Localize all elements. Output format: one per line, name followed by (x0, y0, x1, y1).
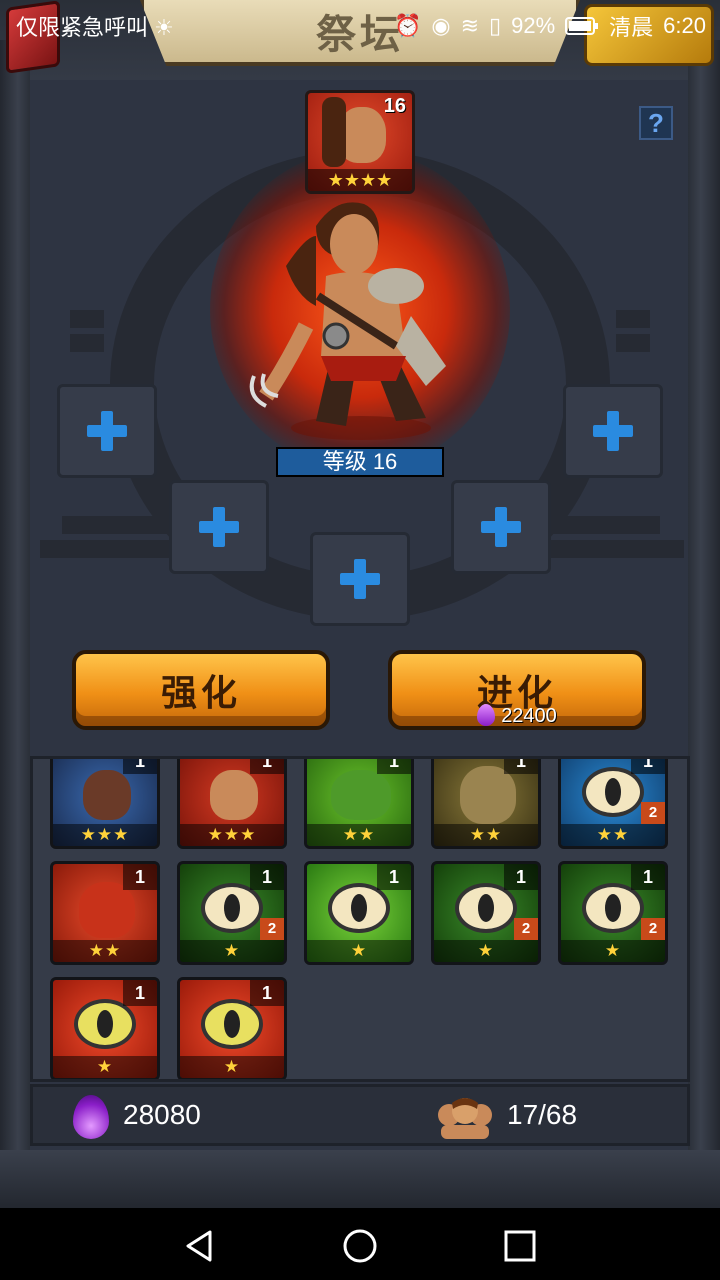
altar-stair (550, 516, 660, 534)
material-slot-4[interactable] (451, 480, 551, 574)
resource-footer: 28080 17/68 (30, 1084, 690, 1146)
unit-card[interactable]: 1 ★★★ (177, 759, 287, 849)
hero-hair (322, 97, 346, 167)
unit-level: 1 (123, 759, 157, 774)
unit-duplicate-badge: 2 (641, 918, 665, 940)
material-slot-3[interactable] (169, 480, 269, 574)
material-slot-2[interactable] (563, 384, 663, 478)
unit-duplicate-badge: 2 (514, 918, 538, 940)
units-icon (438, 1098, 492, 1139)
unit-stars: ★ (561, 940, 665, 962)
unit-portrait (79, 882, 135, 938)
unit-level: 1 (123, 864, 157, 890)
unit-stars: ★★ (561, 824, 665, 846)
hero-level-bar: 等级 16 (276, 447, 444, 477)
unit-card[interactable]: 1 ★ (50, 977, 160, 1079)
evolve-button[interactable]: 进化 22400 (388, 650, 646, 730)
hero-portrait-card[interactable]: 16 ★★★★ (305, 90, 415, 194)
unit-level: 1 (377, 864, 411, 890)
unit-portrait (455, 883, 517, 933)
unit-duplicate-badge: 2 (641, 802, 665, 824)
unit-portrait (74, 999, 136, 1049)
unit-stars: ★ (180, 1056, 284, 1078)
help-button[interactable]: ? (639, 106, 673, 140)
unit-portrait (201, 883, 263, 933)
back-icon[interactable] (180, 1226, 220, 1266)
stone-frame-right (688, 40, 720, 1208)
unit-portrait (331, 770, 391, 820)
hero-card-stars: ★★★★ (308, 169, 412, 191)
altar-screen: 祭坛 ? 16 ★★★★ 等级 16 强化 进化 22400 1 ★★★ 1 ★… (0, 0, 720, 1208)
unit-duplicate-badge: 2 (260, 918, 284, 940)
hero-card-level: 16 (383, 95, 406, 117)
stone-frame-left (0, 40, 30, 1208)
unit-card[interactable]: 1 ★ (177, 977, 287, 1079)
essence-icon (73, 1095, 109, 1139)
unit-level: 1 (631, 759, 665, 774)
unit-level: 1 (123, 980, 157, 1006)
flame-icon (477, 704, 496, 726)
altar-stair (70, 334, 104, 352)
unit-card[interactable]: 1 ★★ (431, 759, 541, 849)
unit-card[interactable]: 1 ★★ (304, 759, 414, 849)
plus-icon (591, 409, 635, 453)
unit-portrait (460, 766, 516, 824)
unit-card[interactable]: 1 ★ (304, 861, 414, 965)
hero-level-label: 等级 16 (322, 449, 398, 474)
unit-stars: ★★ (307, 824, 411, 846)
unit-level: 1 (504, 864, 538, 890)
unit-card[interactable]: 1 2 ★★ (558, 759, 668, 849)
evolve-cost-value: 22400 (501, 705, 557, 727)
unit-inventory[interactable]: 1 ★★★ 1 ★★★ 1 ★★ 1 ★★ 1 2 ★★ 1 ★★ 1 2 ★ … (30, 756, 690, 1082)
altar-stair (616, 334, 650, 352)
unit-level: 1 (631, 864, 665, 890)
unit-stars: ★★ (434, 824, 538, 846)
hero-figure (249, 202, 446, 440)
altar-stair (70, 310, 104, 328)
plus-icon (479, 505, 523, 549)
unit-stars: ★ (53, 1056, 157, 1078)
unit-portrait (328, 883, 390, 933)
unit-card[interactable]: 1 2 ★ (431, 861, 541, 965)
home-icon[interactable] (340, 1226, 380, 1266)
navigation-bar (0, 1208, 720, 1280)
unit-portrait (210, 770, 258, 820)
unit-stars: ★★★ (53, 824, 157, 846)
unit-stars: ★★★ (180, 824, 284, 846)
unit-stars: ★ (434, 940, 538, 962)
stone-frame-bottom (0, 1150, 720, 1208)
essence-count: 28080 (123, 1099, 201, 1130)
enhance-button-label: 强化 (160, 672, 241, 713)
unit-capacity: 17/68 (507, 1099, 578, 1130)
altar-stair (40, 540, 174, 558)
unit-stars: ★ (307, 940, 411, 962)
page-title: 祭坛 (316, 13, 404, 57)
unit-stars: ★★ (53, 940, 157, 962)
plus-icon (197, 505, 241, 549)
plus-icon (85, 409, 129, 453)
unit-level: 1 (250, 980, 284, 1006)
evolve-cost: 22400 (392, 704, 642, 728)
unit-card[interactable]: 1 ★★★ (50, 759, 160, 849)
unit-stars: ★ (180, 940, 284, 962)
unit-level: 1 (377, 759, 411, 774)
recents-icon[interactable] (500, 1226, 540, 1266)
altar-stair (62, 516, 172, 534)
plus-icon (338, 557, 382, 601)
material-slot-1[interactable] (57, 384, 157, 478)
unit-portrait (83, 770, 131, 820)
unit-card[interactable]: 1 2 ★ (177, 861, 287, 965)
unit-level: 1 (250, 759, 284, 774)
unit-card[interactable]: 1 ★★ (50, 861, 160, 965)
unit-level: 1 (504, 759, 538, 774)
unit-card[interactable]: 1 2 ★ (558, 861, 668, 965)
enhance-button[interactable]: 强化 (72, 650, 330, 730)
material-slot-5[interactable] (310, 532, 410, 626)
unit-portrait (582, 767, 644, 817)
unit-portrait (582, 883, 644, 933)
altar-stair (616, 310, 650, 328)
altar-stair (550, 540, 684, 558)
unit-level: 1 (250, 864, 284, 890)
unit-portrait (201, 999, 263, 1049)
